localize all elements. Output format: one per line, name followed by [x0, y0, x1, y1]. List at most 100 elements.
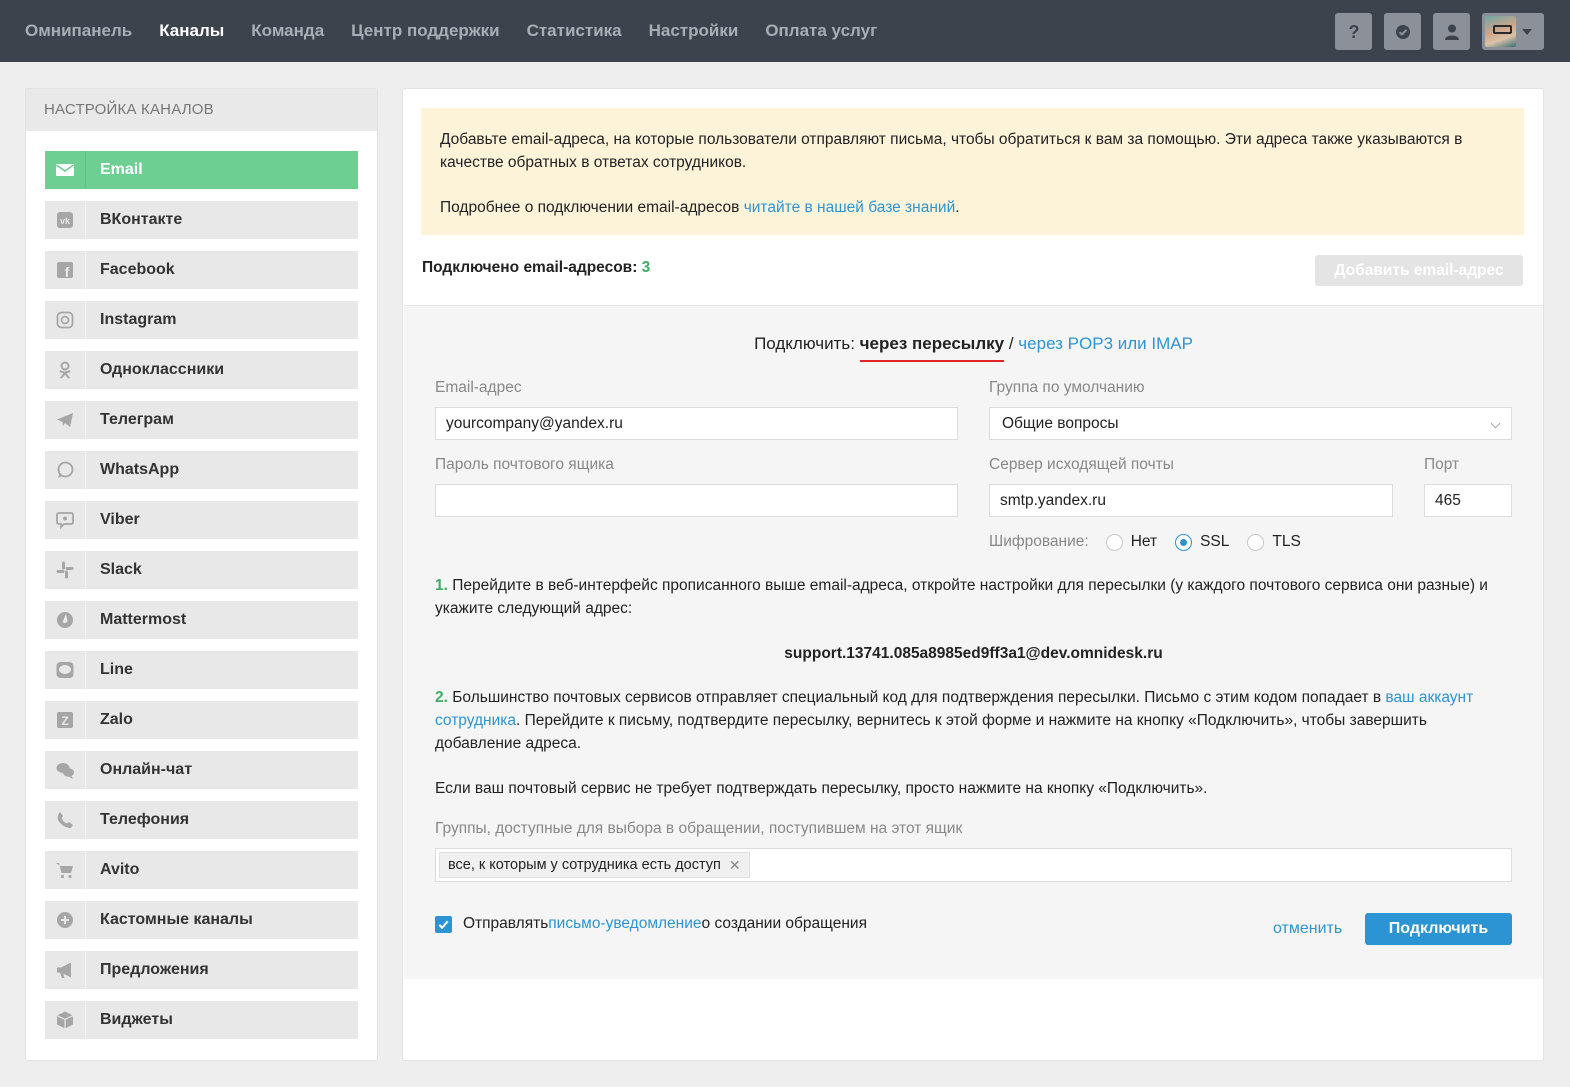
sidebar-item-label: Line [100, 661, 133, 678]
plus-circle-icon [45, 901, 86, 939]
nav-statistics[interactable]: Статистика [527, 21, 622, 41]
remove-tag-icon[interactable]: ✕ [729, 857, 741, 874]
zalo-icon: Z [45, 701, 86, 739]
notice-kb-line: Подробнее о подключении email-адресов чи… [440, 199, 960, 216]
port-input[interactable]: 465 [1424, 484, 1512, 517]
channels-sidebar: НАСТРОЙКА КАНАЛОВ Email vk ВКонтакте f F… [25, 88, 378, 1061]
sidebar-item-label: Facebook [100, 261, 175, 278]
status-button[interactable] [1384, 13, 1421, 50]
sidebar-item-facebook[interactable]: f Facebook [45, 251, 358, 289]
sidebar-item-label: Телеграм [100, 411, 174, 428]
megaphone-icon [45, 951, 86, 989]
profile-button[interactable] [1433, 13, 1470, 50]
check-badge-icon [1395, 24, 1410, 39]
knowledge-base-link[interactable]: читайте в нашей базе знаний [744, 199, 956, 216]
sidebar-item-zalo[interactable]: Z Zalo [45, 701, 358, 739]
channel-list: Email vk ВКонтакте f Facebook Instagram … [45, 151, 358, 1051]
add-email-button[interactable]: Добавить email-адрес [1315, 255, 1523, 286]
notification-letter-link[interactable]: письмо-уведомление [548, 915, 701, 933]
sidebar-item-telephony[interactable]: Телефония [45, 801, 358, 839]
sidebar-item-label: Mattermost [100, 611, 187, 628]
encryption-none-radio[interactable]: Нет [1105, 533, 1157, 551]
encryption-tls-radio[interactable]: TLS [1247, 533, 1301, 551]
facebook-icon: f [45, 251, 86, 289]
sidebar-item-suggestions[interactable]: Предложения [45, 951, 358, 989]
sidebar-item-label: Виджеты [100, 1011, 173, 1028]
phone-icon [45, 801, 86, 839]
notify-checkbox[interactable] [435, 915, 452, 933]
smtp-server-input[interactable]: smtp.yandex.ru [989, 484, 1393, 517]
sidebar-item-whatsapp[interactable]: WhatsApp [45, 451, 358, 489]
nav-channels[interactable]: Каналы [159, 21, 224, 41]
mode-forwarding[interactable]: через пересылку [859, 334, 1005, 362]
default-group-select[interactable]: Общие вопросы [989, 407, 1512, 440]
encryption-options: Шифрование: Нет SSL TLS [989, 533, 1319, 551]
mode-pop3-imap-link[interactable]: через POP3 или IMAP [1018, 334, 1193, 353]
sidebar-item-label: Предложения [100, 961, 209, 978]
sidebar-item-line[interactable]: Line [45, 651, 358, 689]
telegram-icon [45, 401, 86, 439]
sidebar-item-avito[interactable]: Avito [45, 851, 358, 889]
vk-icon: vk [45, 201, 86, 239]
cancel-button[interactable]: отменить [1273, 920, 1342, 938]
notify-option: Отправлять письмо-уведомление о создании… [435, 915, 867, 933]
group-tag: все, к которым у сотрудника есть доступ ✕ [439, 852, 750, 878]
cube-icon [45, 1001, 86, 1039]
connect-button[interactable]: Подключить [1365, 913, 1512, 945]
smtp-server-label: Сервер исходящей почты [989, 456, 1174, 473]
connected-count-value: 3 [641, 259, 651, 276]
help-button[interactable]: ? [1335, 13, 1372, 50]
sidebar-item-label: Email [100, 161, 143, 178]
svg-text:Z: Z [61, 714, 68, 728]
sidebar-title: НАСТРОЙКА КАНАЛОВ [26, 89, 377, 131]
svg-text:?: ? [1348, 22, 1359, 42]
sidebar-item-widgets[interactable]: Виджеты [45, 1001, 358, 1039]
password-input[interactable] [435, 484, 958, 517]
top-actions: ? [1335, 13, 1544, 50]
email-input[interactable]: yourcompany@yandex.ru [435, 407, 958, 440]
checkmark-icon [438, 920, 449, 929]
sidebar-item-label: WhatsApp [100, 461, 180, 478]
nav-omnipanel[interactable]: Омнипанель [25, 21, 132, 41]
sidebar-item-mattermost[interactable]: Mattermost [45, 601, 358, 639]
nav-settings[interactable]: Настройки [649, 21, 739, 41]
sidebar-item-online-chat[interactable]: Онлайн-чат [45, 751, 358, 789]
top-navbar: Омнипанель Каналы Команда Центр поддержк… [0, 0, 1570, 62]
nav-team[interactable]: Команда [251, 21, 324, 41]
mattermost-icon [45, 601, 86, 639]
no-confirmation-note: Если ваш почтовый сервис не требует подт… [435, 780, 1208, 797]
sidebar-item-email[interactable]: Email [45, 151, 358, 189]
sidebar-item-label: Телефония [100, 811, 190, 828]
sidebar-item-vkontakte[interactable]: vk ВКонтакте [45, 201, 358, 239]
sidebar-item-slack[interactable]: Slack [45, 551, 358, 589]
connected-count: Подключено email-адресов: 3 [422, 259, 651, 276]
nav-support-center[interactable]: Центр поддержки [351, 21, 499, 41]
sidebar-item-custom-channels[interactable]: Кастомные каналы [45, 901, 358, 939]
notice-text: Добавьте email-адреса, на которые пользо… [440, 131, 1463, 171]
caret-down-icon [1522, 28, 1532, 35]
sidebar-item-label: Viber [100, 511, 140, 528]
step-1-instruction: 1. Перейдите в веб-интерфейс прописанног… [435, 577, 1488, 617]
viber-icon [45, 501, 86, 539]
email-label: Email-адрес [435, 379, 522, 396]
encryption-ssl-radio[interactable]: SSL [1175, 533, 1229, 551]
whatsapp-icon [45, 451, 86, 489]
sidebar-item-instagram[interactable]: Instagram [45, 301, 358, 339]
sidebar-item-telegram[interactable]: Телеграм [45, 401, 358, 439]
available-groups-input[interactable]: все, к которым у сотрудника есть доступ ✕ [435, 848, 1512, 882]
connect-email-form: Подключить: через пересылку / через POP3… [404, 305, 1543, 979]
email-settings-panel: Добавьте email-адреса, на которые пользо… [402, 88, 1544, 1061]
line-icon [45, 651, 86, 689]
sidebar-item-odnoklassniki[interactable]: Одноклассники [45, 351, 358, 389]
forwarding-address: support.13741.085a8985ed9ff3a1@dev.omnid… [784, 645, 1163, 662]
svg-text:vk: vk [60, 216, 71, 226]
avatar-menu[interactable] [1482, 13, 1544, 50]
sidebar-item-label: Онлайн-чат [100, 761, 193, 778]
info-notice: Добавьте email-адреса, на которые пользо… [421, 108, 1524, 235]
nav-billing[interactable]: Оплата услуг [765, 21, 877, 41]
avatar [1485, 16, 1516, 47]
encryption-label: Шифрование: [989, 533, 1089, 550]
sidebar-item-viber[interactable]: Viber [45, 501, 358, 539]
sidebar-item-label: Slack [100, 561, 142, 578]
sidebar-item-label: Instagram [100, 311, 177, 328]
